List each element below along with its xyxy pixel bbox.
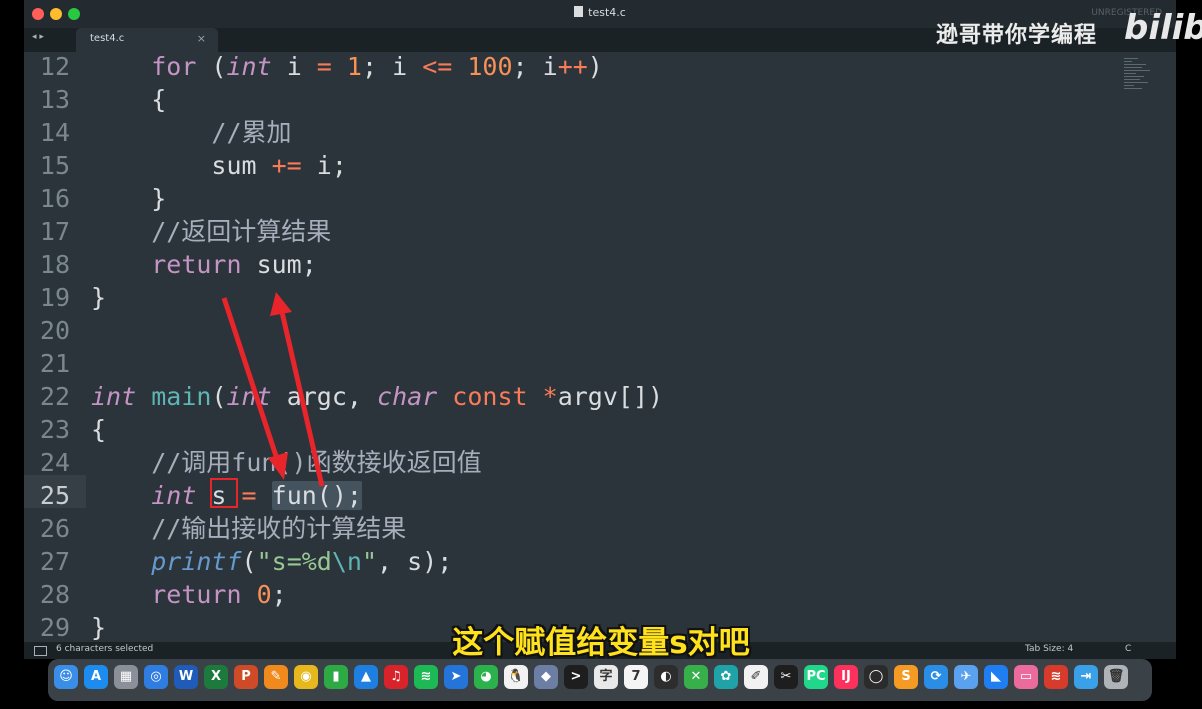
spotify-icon[interactable]: ≋ [414,665,438,689]
safari-icon[interactable]: ◎ [144,665,168,689]
pycharm-icon[interactable]: PC [804,665,828,689]
sublime-text-icon[interactable]: S [894,665,918,689]
obs-icon[interactable]: ◐ [654,665,678,689]
calendar-icon[interactable]: 7 [624,665,648,689]
screenshot-icon[interactable]: ▭ [1014,665,1038,689]
finder-icon[interactable]: ☺ [54,665,78,689]
wechat-icon[interactable]: ◕ [474,665,498,689]
numbers-icon[interactable]: ▮ [324,665,348,689]
dingtalk-icon[interactable]: ◣ [984,665,1008,689]
fan-icon[interactable]: ≋ [1044,665,1068,689]
powerpoint-icon[interactable]: P [234,665,258,689]
annotation-arrows [221,292,325,487]
netease-music-icon[interactable]: ♫ [384,665,408,689]
video-subtitle: 这个赋值给变量s对吧 [452,625,750,661]
bluetooth-icon[interactable]: ✿ [714,665,738,689]
xmind-icon[interactable]: ✕ [684,665,708,689]
activity-ring-icon[interactable]: ◯ [864,665,888,689]
intellij-icon[interactable]: IJ [834,665,858,689]
dock: ☺ A ▦ ◎ W X P ✎ ◉ ▮ ▲ ♫ ≋ ➤ ◕ 🐧 ◆ > 字 7 ◐ ✕ ✿ ✐ ✂ PC IJ ◯ S ⟳ ✈ ◣ ▭ ≋ ⇥ 🗑 [48,659,1152,701]
capcut-icon[interactable]: ✂ [774,665,798,689]
swift-icon[interactable]: ✈ [954,665,978,689]
chrome-icon[interactable]: ◉ [294,665,318,689]
launchpad-icon[interactable]: ▦ [114,665,138,689]
excel-icon[interactable]: X [204,665,228,689]
paw-icon[interactable]: ➤ [444,665,468,689]
trash-icon[interactable]: 🗑 [1104,665,1128,689]
keynote-icon[interactable]: ▲ [354,665,378,689]
games-icon[interactable]: ◆ [534,665,558,689]
dictionary-icon[interactable]: 字 [594,665,618,689]
migrate-icon[interactable]: ⇥ [1074,665,1098,689]
vpn-icon[interactable]: ⟳ [924,665,948,689]
pages-icon[interactable]: ✎ [264,665,288,689]
qq-icon[interactable]: 🐧 [504,665,528,689]
word-icon[interactable]: W [174,665,198,689]
app-store-icon[interactable]: A [84,665,108,689]
script-editor-icon[interactable]: ✐ [744,665,768,689]
terminal-icon[interactable]: > [564,665,588,689]
arrow-down [221,297,288,480]
